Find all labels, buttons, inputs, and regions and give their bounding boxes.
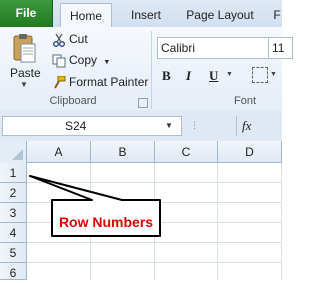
callout-label: Row Numbers bbox=[58, 214, 154, 230]
callout-shape bbox=[29, 175, 161, 237]
